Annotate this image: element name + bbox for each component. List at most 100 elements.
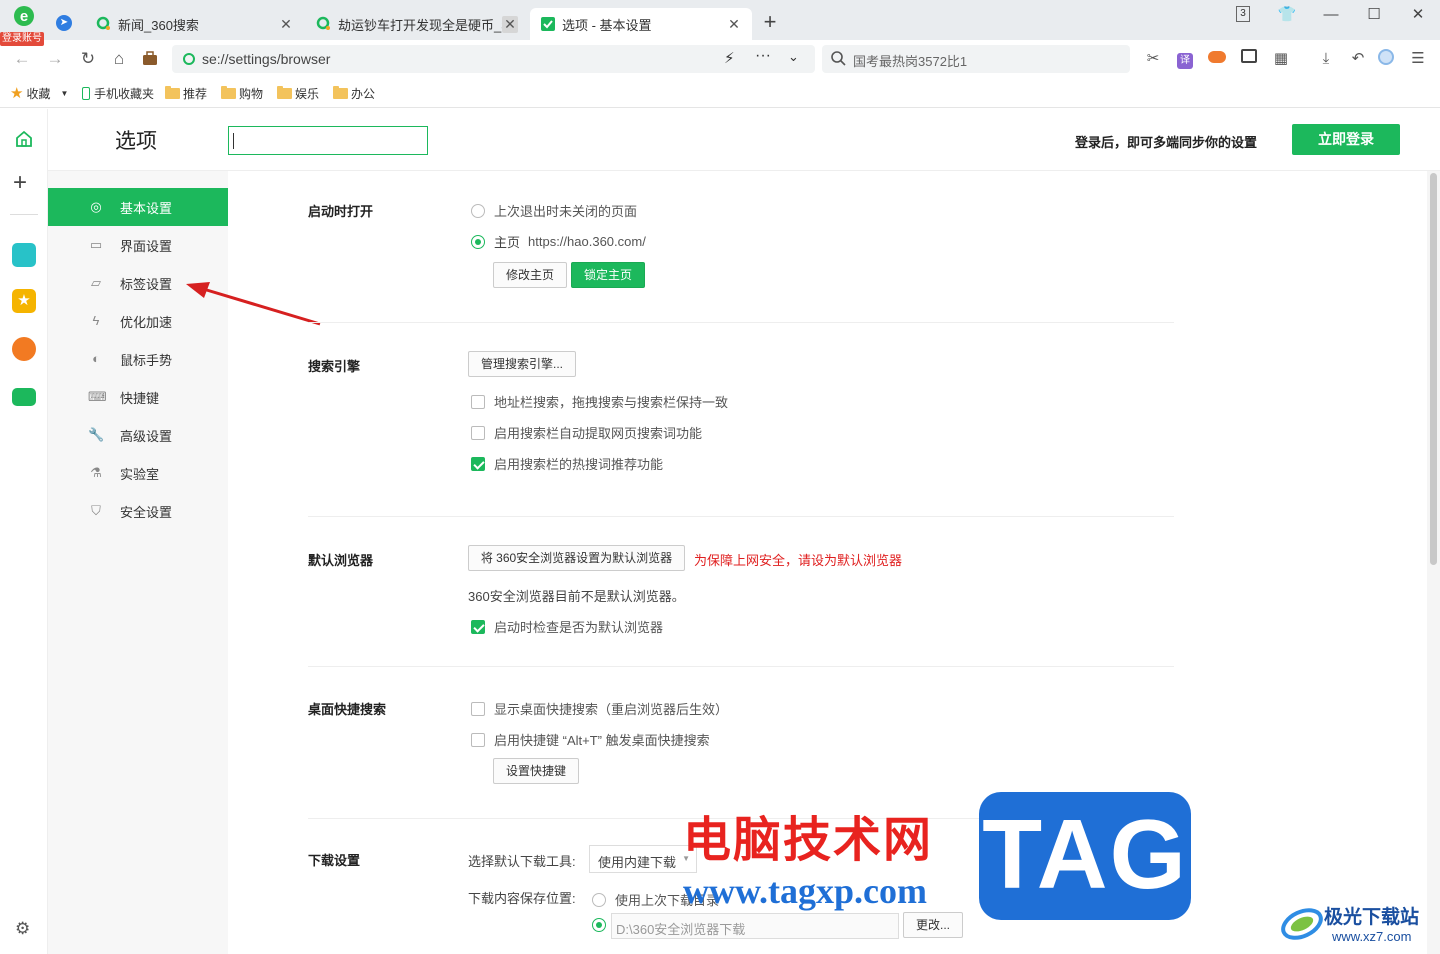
settings-gear-icon[interactable]: ⚙ — [15, 919, 30, 939]
edge-icon[interactable] — [1376, 49, 1396, 69]
tab-label: 新闻_360搜索 — [118, 17, 199, 33]
window-icon: ▭ — [89, 237, 103, 252]
sidebar-item-security[interactable]: ⛉ 安全设置 — [48, 492, 228, 530]
undo-icon[interactable]: ↶ — [1348, 49, 1368, 69]
caret-down-icon[interactable]: ▼ — [60, 89, 68, 98]
checkbox-alt-t[interactable]: 启用快捷键 “Alt+T” 触发桌面快捷搜索 — [471, 730, 710, 749]
login-button[interactable]: 立即登录 — [1292, 124, 1400, 155]
watermark-site-name: 电脑技术网 — [683, 814, 934, 867]
modify-homepage-button[interactable]: 修改主页 — [493, 262, 567, 288]
select-value: 使用内建下载 — [598, 855, 677, 870]
home-icon[interactable]: ⌂ — [108, 48, 130, 70]
mail-icon[interactable] — [12, 388, 36, 406]
checkbox[interactable] — [471, 425, 485, 440]
folder-icon — [165, 85, 180, 99]
set-hotkey-button[interactable]: 设置快捷键 — [493, 758, 579, 784]
sidebar-item-hotkeys[interactable]: ⌨ 快捷键 — [48, 378, 228, 416]
bookmark-mobile[interactable]: 手机收藏夹 — [82, 84, 154, 102]
maximize-button[interactable]: ☐ — [1359, 4, 1389, 26]
lock-homepage-button[interactable]: 锁定主页 — [571, 262, 645, 288]
tab-settings[interactable]: 选项 - 基本设置 ✕ — [530, 8, 752, 40]
home-icon[interactable] — [14, 129, 34, 152]
radio-homepage[interactable]: 主页 https://hao.360.com/ — [471, 232, 646, 251]
scrollbar[interactable] — [1427, 171, 1440, 954]
default-browser-warning: 为保障上网安全，请设为默认浏览器 — [694, 553, 903, 568]
favorite-star-icon[interactable]: ★ — [12, 289, 36, 313]
section-title-default-browser: 默认浏览器 — [308, 553, 374, 568]
radio-button[interactable] — [471, 234, 485, 249]
side-rail: + ★ ⚙ — [0, 109, 48, 954]
tab-news[interactable]: 新闻_360搜索 ✕ — [86, 8, 304, 40]
checkbox-check-default[interactable]: 启动时检查是否为默认浏览器 — [471, 617, 663, 636]
game-icon[interactable] — [1207, 49, 1227, 69]
download-tool-select[interactable]: 使用内建下载 ▼ — [589, 845, 697, 873]
reader-icon[interactable] — [1239, 49, 1259, 69]
radio-button[interactable] — [592, 892, 606, 907]
url-text: se://settings/browser — [202, 51, 331, 67]
browser-logo[interactable]: e — [6, 4, 42, 32]
radio-label: 主页 — [494, 235, 521, 250]
sidebar-item-label: 标签设置 — [120, 276, 173, 292]
apps-grid-icon[interactable]: ▦ — [1271, 49, 1291, 69]
radio-last-session[interactable]: 上次退出时未关闭的页面 — [471, 201, 637, 220]
sidebar-item-label: 界面设置 — [120, 238, 173, 254]
bookmark-folder[interactable]: 娱乐 — [277, 84, 319, 102]
checkbox[interactable] — [471, 456, 485, 471]
sidebar-item-advanced[interactable]: 🔧 高级设置 — [48, 416, 228, 454]
reload-icon[interactable]: ↻ — [77, 48, 99, 70]
add-icon[interactable]: + — [13, 171, 27, 195]
checkbox-extract-keywords[interactable]: 启用搜索栏自动提取网页搜索词功能 — [471, 423, 702, 442]
weibo-icon[interactable] — [12, 337, 36, 361]
lightning-icon[interactable]: ⚡ — [724, 49, 735, 67]
briefcase-icon[interactable] — [139, 48, 161, 70]
skin-icon[interactable]: 👕 — [1272, 4, 1302, 26]
tab-article[interactable]: 劫运钞车打开发现全是硬币_360 ✕ — [306, 8, 528, 40]
bookmark-folder[interactable]: 办公 — [333, 84, 375, 102]
settings-search-input[interactable] — [228, 126, 428, 155]
checkbox[interactable] — [471, 394, 485, 409]
plugin-icon[interactable] — [12, 243, 36, 267]
more-icon[interactable]: ··· — [755, 47, 771, 65]
scissors-icon[interactable]: ✂ — [1143, 49, 1163, 69]
sidebar-item-label: 实验室 — [120, 466, 160, 482]
close-icon[interactable]: ✕ — [278, 16, 294, 33]
sidebar-item-basic[interactable]: ◎ 基本设置 — [48, 188, 228, 226]
manage-search-engines-button[interactable]: 管理搜索引擎... — [468, 351, 576, 377]
sidebar-item-mouse[interactable]: ◐ 鼠标手势 — [48, 340, 228, 378]
translate-icon[interactable]: 译 — [1175, 49, 1195, 69]
set-default-browser-button[interactable]: 将 360安全浏览器设置为默认浏览器 — [468, 545, 685, 571]
bookmark-favorites[interactable]: ★ 收藏 ▼ — [10, 84, 68, 102]
search-360-icon — [96, 16, 112, 32]
checkbox-desktop-search[interactable]: 显示桌面快捷搜索（重启浏览器后生效） — [471, 699, 728, 718]
bookmark-folder[interactable]: 购物 — [221, 84, 263, 102]
close-icon[interactable]: ✕ — [726, 16, 742, 33]
checkbox[interactable] — [471, 619, 485, 634]
section-title-download: 下载设置 — [308, 853, 361, 868]
back-icon[interactable]: ← — [11, 48, 33, 70]
sidebar-item-lab[interactable]: ⚗ 实验室 — [48, 454, 228, 492]
checkbox-address-search[interactable]: 地址栏搜索，拖拽搜索与搜索栏保持一致 — [471, 392, 728, 411]
checkbox-hot-search[interactable]: 启用搜索栏的热搜词推荐功能 — [471, 454, 663, 473]
scrollbar-thumb[interactable] — [1430, 173, 1437, 565]
checkbox[interactable] — [471, 732, 485, 747]
download-path-input[interactable]: D:\360安全浏览器下载 — [611, 913, 899, 939]
change-path-button[interactable]: 更改... — [903, 912, 963, 938]
tab-count-badge[interactable]: 3 — [1236, 6, 1250, 22]
close-window-button[interactable]: ✕ — [1403, 4, 1433, 26]
checkbox[interactable] — [471, 701, 485, 716]
new-tab-button[interactable]: + — [758, 10, 782, 34]
chevron-down-icon[interactable]: ⌄ — [788, 49, 799, 65]
download-icon[interactable]: ⤓ — [1316, 49, 1336, 69]
send-icon[interactable]: ➤ — [56, 15, 72, 31]
close-icon[interactable]: ✕ — [502, 15, 518, 33]
minimize-button[interactable]: — — [1316, 4, 1346, 26]
login-badge[interactable]: 登录账号 — [0, 32, 44, 46]
sidebar-item-interface[interactable]: ▭ 界面设置 — [48, 226, 228, 264]
bookmark-folder[interactable]: 推荐 — [165, 84, 207, 102]
radio-button[interactable] — [592, 918, 606, 932]
forward-icon[interactable]: → — [44, 48, 66, 70]
menu-icon[interactable]: ☰ — [1408, 49, 1428, 69]
radio-button[interactable] — [471, 203, 485, 218]
address-bar[interactable]: se://settings/browser ⚡ ··· ⌄ — [172, 45, 815, 73]
search-bar[interactable]: 国考最热岗3572比1 — [822, 45, 1130, 73]
